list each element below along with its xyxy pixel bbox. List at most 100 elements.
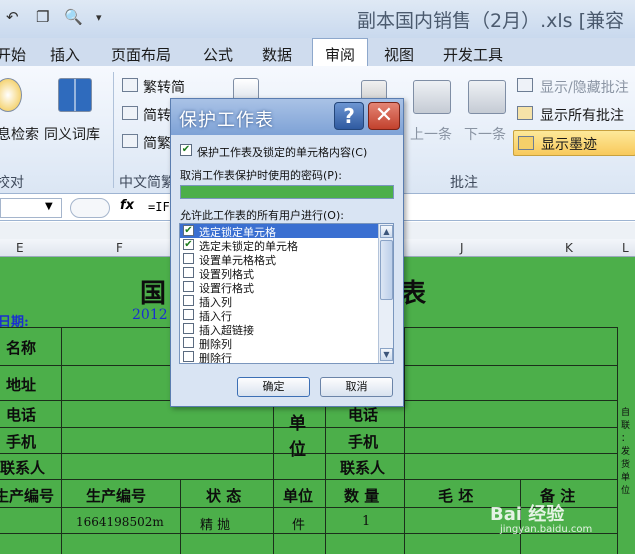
list-item[interactable]: 插入行 bbox=[180, 308, 378, 323]
header-status: 状 态 bbox=[206, 487, 242, 505]
list-item[interactable]: 设置行格式 bbox=[180, 280, 378, 295]
simp-to-trad-button[interactable]: 简转 bbox=[143, 105, 171, 125]
row-product-code: 1664198502m bbox=[76, 515, 164, 529]
customize-quick-access-icon[interactable]: ▾ bbox=[96, 11, 102, 24]
password-input[interactable] bbox=[180, 185, 394, 199]
list-item-checkbox[interactable] bbox=[183, 253, 194, 264]
simp-to-trad-icon bbox=[122, 106, 138, 120]
grid-line bbox=[0, 453, 618, 454]
column-header-l[interactable]: L bbox=[622, 241, 629, 255]
previous-comment-icon[interactable] bbox=[413, 80, 451, 114]
tab-view[interactable]: 视图 bbox=[384, 44, 414, 65]
watermark-brand: Bai 经验 bbox=[490, 504, 565, 525]
copy-icon[interactable]: ❐ bbox=[36, 8, 49, 26]
simp-trad-convert-button[interactable]: 简繁 bbox=[143, 133, 171, 153]
list-item-checkbox[interactable] bbox=[183, 281, 194, 292]
header-unit: 单位 bbox=[283, 487, 314, 505]
dialog-title-bar[interactable]: 保护工作表 ? ✕ bbox=[171, 99, 403, 135]
research-icon[interactable] bbox=[0, 78, 22, 112]
phone-label-right: 电话 bbox=[348, 406, 379, 424]
address-label: 地址 bbox=[6, 376, 37, 394]
date-value: 2012 bbox=[132, 307, 168, 323]
grid-line bbox=[0, 427, 618, 428]
protect-sheet-dialog: 保护工作表 ? ✕ ✔ 保护工作表及锁定的单元格内容(C) 取消工作表保护时使用… bbox=[170, 98, 404, 407]
list-item[interactable]: 设置列格式 bbox=[180, 266, 378, 281]
chinese-conversion-group-label: 中文简繁 bbox=[119, 175, 175, 191]
scroll-up-icon[interactable]: ▲ bbox=[380, 225, 393, 238]
list-item-checkbox[interactable] bbox=[183, 337, 194, 348]
list-item-checkbox[interactable]: ✔ bbox=[183, 239, 194, 250]
row-quantity: 1 bbox=[362, 514, 371, 529]
tab-review[interactable]: 审阅 bbox=[312, 38, 369, 68]
tab-page-layout[interactable]: 页面布局 bbox=[111, 44, 171, 65]
list-item-checkbox[interactable] bbox=[183, 267, 194, 278]
research-button[interactable]: 息检索 bbox=[0, 124, 39, 144]
protect-sheet-checkbox[interactable]: ✔ bbox=[180, 144, 192, 156]
list-item[interactable]: 删除行 bbox=[180, 350, 378, 364]
thesaurus-button[interactable]: 同义词库 bbox=[44, 124, 100, 144]
list-item[interactable]: ✔ 选定锁定单元格 bbox=[180, 224, 378, 239]
header-blank: 毛 坯 bbox=[438, 487, 474, 505]
next-comment-button[interactable]: 下一条 bbox=[464, 124, 506, 144]
list-item-checkbox[interactable]: ✔ bbox=[183, 225, 194, 236]
column-header-f[interactable]: F bbox=[116, 241, 123, 255]
unit-label-2: 位 bbox=[289, 440, 306, 460]
chevron-down-icon[interactable]: ▼ bbox=[45, 201, 53, 212]
tab-data[interactable]: 数据 bbox=[262, 44, 292, 65]
grid-line bbox=[180, 479, 181, 554]
dialog-title: 保护工作表 bbox=[179, 110, 274, 131]
list-item-checkbox[interactable] bbox=[183, 351, 194, 362]
list-item[interactable]: ✔ 选定未锁定的单元格 bbox=[180, 238, 378, 253]
trad-to-simp-button[interactable]: 繁转简 bbox=[143, 77, 185, 97]
title-bar: ↶ ❐ 🔍 ▾ 副本国内销售（2月）.xls [兼容 bbox=[0, 0, 635, 38]
list-scrollbar[interactable]: ▲ ▼ bbox=[378, 224, 393, 363]
list-item[interactable]: 插入超链接 bbox=[180, 322, 378, 337]
column-header-k[interactable]: K bbox=[565, 241, 573, 255]
sheet-title-fragment: 国 bbox=[140, 279, 167, 309]
insert-function-icon[interactable]: fx bbox=[120, 198, 134, 213]
show-ink-button[interactable]: 显示墨迹 bbox=[513, 130, 635, 156]
print-preview-icon[interactable]: 🔍 bbox=[64, 8, 83, 26]
scroll-thumb[interactable] bbox=[380, 240, 393, 300]
header-customer-code: 生产编号 bbox=[0, 487, 55, 505]
tab-developer[interactable]: 开发工具 bbox=[443, 44, 503, 65]
thesaurus-icon[interactable] bbox=[58, 78, 92, 112]
name-box[interactable]: ▼ bbox=[0, 198, 62, 218]
row-unit: 件 bbox=[292, 518, 306, 533]
scroll-down-icon[interactable]: ▼ bbox=[380, 348, 393, 361]
cancel-button[interactable]: 取消 bbox=[320, 377, 393, 397]
list-item-checkbox[interactable] bbox=[183, 309, 194, 320]
help-button[interactable]: ? bbox=[334, 102, 364, 130]
protect-sheet-label: 保护工作表及锁定的单元格内容(C) bbox=[197, 146, 368, 159]
list-item[interactable]: 设置单元格格式 bbox=[180, 252, 378, 267]
simp-trad-convert-icon bbox=[122, 134, 138, 148]
grid-line bbox=[617, 327, 618, 554]
undo-icon[interactable]: ↶ bbox=[6, 8, 19, 26]
watermark-url: jingyan.baidu.com bbox=[500, 524, 593, 535]
side-note: 自 联 ：发 货 单 位 bbox=[621, 408, 631, 496]
list-item[interactable]: 删除列 bbox=[180, 336, 378, 351]
password-label: 取消工作表保护时使用的密码(P): bbox=[180, 169, 342, 182]
grid-line bbox=[325, 400, 326, 554]
formula-bar-circle-icon bbox=[70, 198, 110, 218]
column-header-e[interactable]: E bbox=[16, 241, 24, 255]
previous-comment-button[interactable]: 上一条 bbox=[410, 124, 452, 144]
tab-home[interactable]: 开始 bbox=[0, 44, 26, 65]
list-item-checkbox[interactable] bbox=[183, 323, 194, 334]
show-all-comments-button[interactable]: 显示所有批注 bbox=[540, 105, 624, 125]
close-icon[interactable]: ✕ bbox=[368, 102, 400, 130]
list-item[interactable]: 插入列 bbox=[180, 294, 378, 309]
unit-label: 单 bbox=[289, 414, 306, 434]
show-all-comments-icon bbox=[517, 106, 533, 120]
column-header-j[interactable]: J bbox=[460, 241, 464, 255]
next-comment-icon[interactable] bbox=[468, 80, 506, 114]
list-item-label: 删除行 bbox=[199, 352, 232, 364]
tab-formulas[interactable]: 公式 bbox=[203, 44, 233, 65]
trad-to-simp-icon bbox=[122, 78, 138, 92]
permissions-list[interactable]: ✔ 选定锁定单元格 ✔ 选定未锁定的单元格 设置单元格格式 设置列格式 设置行格… bbox=[179, 223, 394, 364]
show-hide-comment-button[interactable]: 显示/隐藏批注 bbox=[540, 77, 629, 97]
list-item-checkbox[interactable] bbox=[183, 295, 194, 306]
tab-insert[interactable]: 插入 bbox=[50, 44, 80, 65]
ok-button[interactable]: 确定 bbox=[237, 377, 310, 397]
grid-line bbox=[404, 327, 405, 554]
